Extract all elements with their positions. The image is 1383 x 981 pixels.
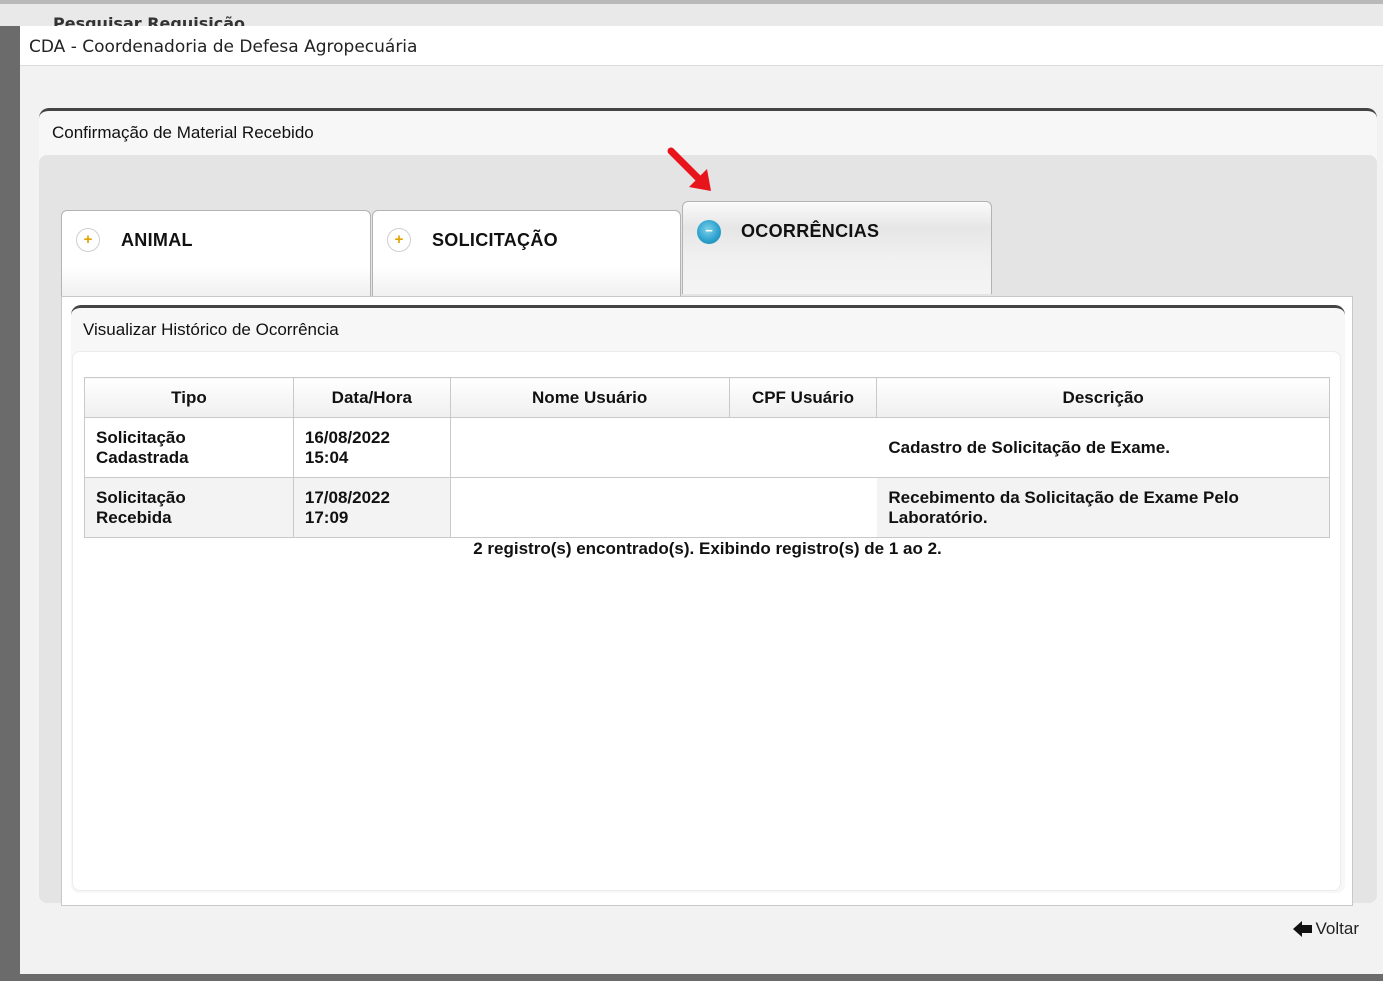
column-header-data-hora[interactable]: Data/Hora xyxy=(292,377,451,418)
background-page-title: Pesquisar Requisição xyxy=(53,14,245,26)
panel-title: Confirmação de Material Recebido xyxy=(52,123,314,142)
cell-tipo: Solicitação Recebida xyxy=(84,477,294,538)
cell-cpf-usuario xyxy=(728,417,878,478)
cell-descricao-line1: Cadastro de Solicitação de Exame. xyxy=(888,437,1170,457)
cell-data-hora: 17/08/2022 17:09 xyxy=(292,477,451,538)
back-button-label: Voltar xyxy=(1315,919,1359,938)
table-row: Solicitação Recebida 17/08/2022 17:09 Re… xyxy=(84,477,1330,538)
dialog-title: CDA - Coordenadoria de Defesa Agropecuár… xyxy=(29,37,418,57)
plus-icon: + xyxy=(387,228,411,252)
cell-tipo-line1: Solicitação xyxy=(96,427,186,447)
tab-solicitacao-label: SOLICITAÇÃO xyxy=(432,230,558,250)
table-row: Solicitação Cadastrada 16/08/2022 15:04 xyxy=(84,417,1330,478)
dialog-header: CDA - Coordenadoria de Defesa Agropecuár… xyxy=(20,26,1383,66)
column-header-cpf-usuario[interactable]: CPF Usuário xyxy=(728,377,878,418)
table-header-row: Tipo Data/Hora Nome Usuário CPF Usuário … xyxy=(84,377,1330,418)
back-button[interactable]: Voltar xyxy=(1292,919,1359,939)
cell-descricao: Cadastro de Solicitação de Exame. xyxy=(876,417,1330,478)
tab-ocorrencias-label: OCORRÊNCIAS xyxy=(741,221,880,241)
tab-ocorrencias[interactable]: − OCORRÊNCIAS xyxy=(682,201,992,294)
tab-animal[interactable]: + ANIMAL xyxy=(61,210,371,296)
cell-tipo-line2: Recebida xyxy=(96,507,172,527)
tab-solicitacao[interactable]: + SOLICITAÇÃO xyxy=(372,210,681,296)
cell-nome-usuario xyxy=(449,477,730,538)
back-arrow-icon xyxy=(1292,921,1313,937)
cell-hora: 15:04 xyxy=(304,447,349,467)
tab-content-ocorrencias: Visualizar Histórico de Ocorrência Tipo … xyxy=(61,296,1353,906)
material-confirmation-panel: Confirmação de Material Recebido + ANIMA… xyxy=(39,108,1377,906)
column-header-descricao[interactable]: Descrição xyxy=(876,377,1330,418)
cell-data: 17/08/2022 xyxy=(304,487,390,507)
cell-hora: 17:09 xyxy=(304,507,349,527)
history-table: Tipo Data/Hora Nome Usuário CPF Usuário … xyxy=(84,377,1330,538)
cell-tipo-line1: Solicitação xyxy=(96,487,186,507)
minus-icon: − xyxy=(697,220,721,244)
records-count-text: 2 registro(s) encontrado(s). Exibindo re… xyxy=(473,539,942,558)
cell-tipo-line2: Cadastrada xyxy=(96,447,189,467)
background-page-header: Pesquisar Requisição xyxy=(0,0,1383,26)
history-panel: Visualizar Histórico de Ocorrência Tipo … xyxy=(71,305,1345,893)
cell-descricao: Recebimento da Solicitação de Exame Pelo… xyxy=(876,477,1330,538)
cell-cpf-usuario xyxy=(728,477,878,538)
column-header-nome-usuario[interactable]: Nome Usuário xyxy=(449,377,730,418)
annotation-arrow-icon xyxy=(667,147,711,191)
cell-data-hora: 16/08/2022 15:04 xyxy=(292,417,451,478)
column-header-tipo[interactable]: Tipo xyxy=(84,377,294,418)
history-title: Visualizar Histórico de Ocorrência xyxy=(83,320,339,339)
cell-descricao-line2: Laboratório. xyxy=(888,507,988,527)
cell-tipo: Solicitação Cadastrada xyxy=(84,417,294,478)
plus-icon: + xyxy=(76,228,100,252)
history-body: Tipo Data/Hora Nome Usuário CPF Usuário … xyxy=(72,351,1341,891)
panel-body: + ANIMAL + SOLICITAÇÃO − OCORRÊNCIAS Vis… xyxy=(39,155,1377,906)
cell-descricao-line1: Recebimento da Solicitação de Exame Pelo xyxy=(888,487,1239,507)
cell-data: 16/08/2022 xyxy=(304,427,390,447)
cell-nome-usuario xyxy=(449,417,730,478)
tab-animal-label: ANIMAL xyxy=(121,230,193,250)
